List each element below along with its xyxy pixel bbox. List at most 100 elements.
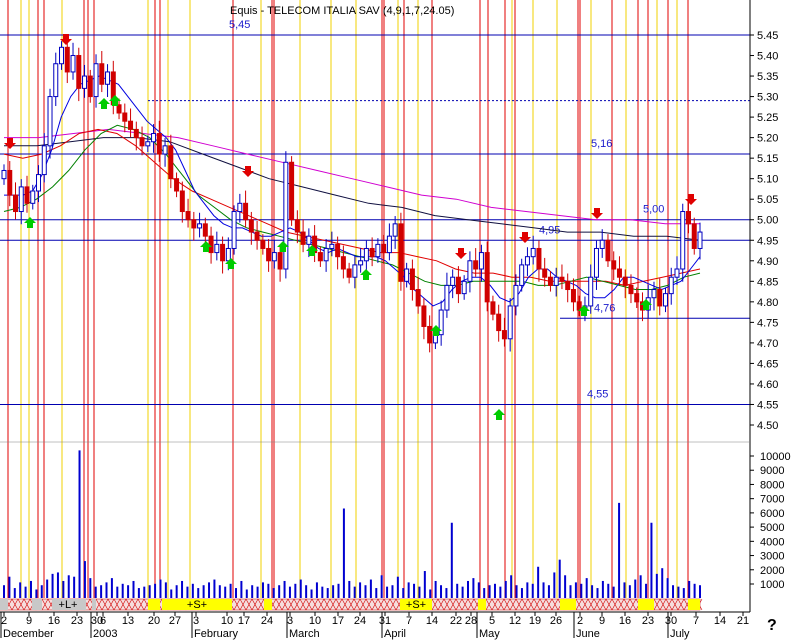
candle-body (565, 280, 571, 291)
candle-body (490, 301, 496, 315)
candle-body (358, 260, 364, 266)
candle-body (478, 252, 484, 270)
date-tick-label: 10 (221, 615, 233, 627)
candle-body (248, 219, 254, 233)
candle-body (47, 96, 53, 147)
candle-body (122, 112, 128, 122)
candle-body (398, 223, 404, 282)
candle-body (185, 211, 191, 221)
date-tick-label: 10 (309, 615, 321, 627)
date-tick-label: 27 (169, 615, 181, 627)
candle-body (369, 247, 375, 258)
candle-body (133, 128, 139, 139)
date-tick-label: 23 (642, 615, 654, 627)
candle-body (536, 247, 542, 270)
candle-body (651, 289, 657, 299)
band-label: +S+ (406, 599, 426, 611)
candle-body (174, 178, 180, 192)
candle-body (674, 268, 680, 278)
date-tick-label: 9 (599, 615, 605, 627)
month-label: March (289, 628, 320, 640)
volume-tick-label: 6000 (760, 508, 784, 520)
date-tick-label: 14 (426, 615, 438, 627)
price-tick-label: 5.45 (757, 30, 778, 42)
band-yellow-segment (646, 599, 654, 610)
candle-body (145, 141, 151, 147)
buy-signal-arrow (493, 409, 505, 420)
band-neutral-segment (32, 599, 42, 610)
candle-body (24, 186, 30, 204)
candle-body (116, 104, 122, 114)
candle-body (266, 247, 272, 262)
volume-tick-label: 10000 (760, 451, 791, 463)
candle-body (128, 120, 134, 130)
candle-body (76, 55, 82, 89)
candle-body (139, 137, 145, 147)
candle-body (30, 190, 36, 204)
price-tick-label: 5.10 (757, 174, 778, 186)
candle-body (202, 223, 208, 237)
candle-body (220, 243, 226, 262)
candle-body (409, 268, 415, 291)
date-tick-label: 3 (287, 615, 293, 627)
month-label: June (576, 628, 600, 640)
level-label: 4,55 (587, 388, 608, 400)
candle-body (13, 194, 19, 213)
price-tick-label: 4.65 (757, 358, 778, 370)
candle-body (547, 276, 553, 286)
candle-body (392, 223, 398, 237)
candle-body (381, 243, 387, 254)
date-tick-label: 23 (71, 615, 83, 627)
candle-body (530, 247, 536, 258)
candle-body (99, 63, 105, 85)
date-tick-label: 17 (332, 615, 344, 627)
candle-body (156, 133, 162, 155)
candle-body (306, 235, 312, 245)
volume-tick-label: 1000 (760, 579, 784, 591)
candle-body (243, 202, 249, 221)
date-tick-label: 31 (379, 615, 391, 627)
date-tick-label: 16 (619, 615, 631, 627)
candle-body (329, 243, 335, 249)
price-tick-label: 4.60 (757, 379, 778, 391)
date-tick-label: 7 (693, 615, 699, 627)
candle-body (375, 243, 381, 258)
level-label: 4,76 (594, 302, 615, 314)
volume-tick-label: 5000 (760, 522, 784, 534)
date-tick-label: 19 (529, 615, 541, 627)
date-tick-label: 5 (489, 615, 495, 627)
candle-body (340, 256, 346, 270)
candle-body (59, 46, 65, 65)
candle-body (611, 260, 617, 270)
candle-body (662, 293, 668, 307)
candle-body (225, 247, 231, 262)
candle-body (461, 280, 467, 295)
help-icon[interactable]: ? (767, 617, 777, 634)
candle-body (616, 268, 622, 278)
price-tick-label: 5.40 (757, 51, 778, 63)
month-label: February (194, 628, 239, 640)
price-tick-label: 5.30 (757, 92, 778, 104)
candle-body (208, 235, 214, 254)
candle-body (444, 284, 450, 311)
candle-body (668, 276, 674, 295)
month-label: May (479, 628, 500, 640)
sell-signal-arrow (4, 138, 16, 149)
candle-body (450, 276, 456, 286)
date-tick-label: 2 (577, 615, 583, 627)
candle-body (151, 133, 157, 143)
candle-body (593, 247, 599, 278)
price-tick-label: 4.95 (757, 235, 778, 247)
candle-body (415, 289, 421, 307)
band-yellow-segment (560, 599, 576, 610)
candle-body (277, 252, 283, 270)
price-tick-label: 5.20 (757, 133, 778, 145)
date-tick-label: 7 (406, 615, 412, 627)
volume-tick-label: 8000 (760, 479, 784, 491)
candle-body (93, 63, 99, 98)
candle-body (628, 284, 634, 295)
candle-body (524, 256, 530, 266)
candle-body (473, 260, 479, 270)
candle-body (363, 247, 369, 262)
volume-tick-label: 4000 (760, 536, 784, 548)
